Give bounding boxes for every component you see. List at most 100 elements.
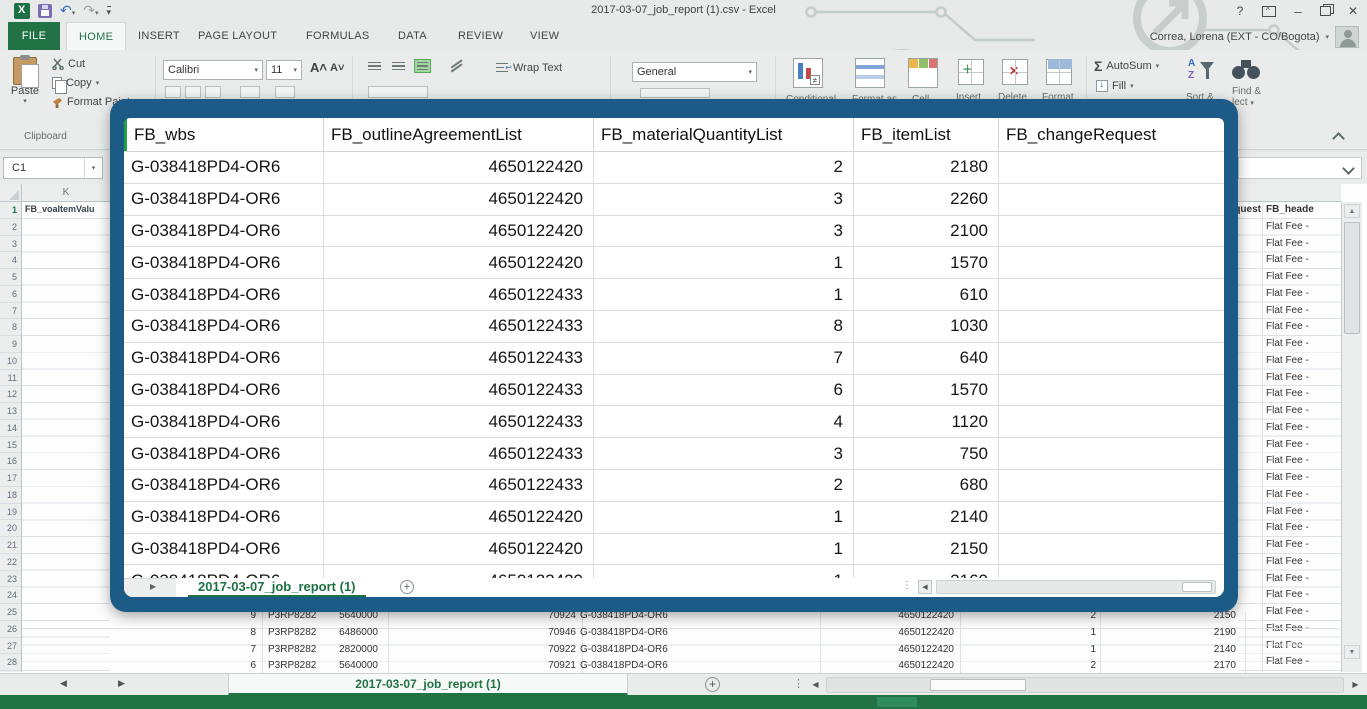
- cell[interactable]: Flat Fee -: [1266, 219, 1338, 236]
- cell[interactable]: 610: [854, 279, 999, 310]
- row-header[interactable]: 27: [0, 638, 21, 655]
- row-header[interactable]: 10: [0, 353, 21, 370]
- underline-button[interactable]: [205, 86, 221, 98]
- tab-insert[interactable]: INSERT: [126, 22, 192, 50]
- cell[interactable]: 6: [112, 658, 256, 674]
- cell[interactable]: Flat Fee -: [1266, 353, 1338, 370]
- cell[interactable]: 2150: [854, 534, 999, 565]
- cell[interactable]: G-038418PD4-OR6: [124, 343, 324, 374]
- insert-cells-icon[interactable]: ＋: [958, 59, 984, 85]
- header-cell-fb-outline-agreement-list[interactable]: FB_outlineAgreementList: [324, 118, 594, 151]
- horizontal-scrollbar-thumb[interactable]: [1182, 582, 1212, 592]
- cell[interactable]: 2190: [1172, 625, 1236, 641]
- cell[interactable]: 7: [594, 343, 854, 374]
- format-cells-icon[interactable]: [1046, 59, 1072, 85]
- cell[interactable]: G-038418PD4-OR6: [124, 470, 324, 501]
- cell-styles-icon[interactable]: [908, 58, 938, 88]
- cell[interactable]: 1: [594, 534, 854, 565]
- fill-button[interactable]: Fill ▾: [1096, 80, 1134, 92]
- cell[interactable]: Flat Fee -: [1266, 336, 1338, 353]
- cut-button[interactable]: Cut: [52, 58, 85, 70]
- cell[interactable]: 2140: [1172, 642, 1236, 658]
- cell[interactable]: Flat Fee -: [1266, 537, 1338, 554]
- horizontal-scrollbar[interactable]: [826, 677, 1344, 693]
- row-header[interactable]: 8: [0, 319, 21, 336]
- hscroll-right-icon[interactable]: ▶: [1348, 677, 1363, 692]
- cell[interactable]: Flat Fee -: [1266, 520, 1338, 537]
- cell[interactable]: G-038418PD4-OR6: [124, 184, 324, 215]
- row-header[interactable]: 1: [0, 202, 21, 219]
- splitter-dots-icon[interactable]: ⋮: [793, 677, 804, 690]
- font-size-select[interactable]: 11 ▾: [266, 60, 302, 80]
- collapse-ribbon-chevron[interactable]: [1332, 132, 1345, 145]
- name-box[interactable]: C1 ▾: [3, 157, 103, 179]
- cell[interactable]: Flat Fee -: [1266, 370, 1338, 387]
- help-icon[interactable]: ?: [1232, 4, 1248, 18]
- row-header[interactable]: 13: [0, 403, 21, 420]
- cell[interactable]: 2260: [854, 184, 999, 215]
- header-cell-fb-material-quantity-list[interactable]: FB_materialQuantityList: [594, 118, 854, 151]
- cell[interactable]: 4650122420: [324, 152, 594, 183]
- cell[interactable]: 4650122433: [324, 343, 594, 374]
- cell[interactable]: 2: [1042, 658, 1096, 674]
- cell[interactable]: 4650122433: [324, 438, 594, 469]
- cell[interactable]: [999, 216, 1224, 247]
- cell[interactable]: G-038418PD4-OR6: [580, 658, 668, 674]
- prev-sheet-icon[interactable]: ◀: [60, 678, 67, 689]
- cell[interactable]: 1570: [854, 247, 999, 278]
- horizontal-scrollbar[interactable]: [936, 580, 1216, 594]
- formula-bar-remnant[interactable]: [1238, 157, 1362, 179]
- add-sheet-icon[interactable]: +: [400, 580, 414, 594]
- cell[interactable]: G-038418PD4-OR6: [124, 216, 324, 247]
- orientation-icon[interactable]: [448, 59, 465, 73]
- cell[interactable]: Flat Fee -: [1266, 386, 1338, 403]
- cell[interactable]: 7: [112, 642, 256, 658]
- scroll-up-icon[interactable]: ▲: [1344, 204, 1360, 218]
- next-sheet-icon[interactable]: ▶: [118, 678, 125, 689]
- cell[interactable]: 2820000: [302, 642, 378, 658]
- number-buttons-row[interactable]: [640, 88, 710, 98]
- undo-button[interactable]: ↶▾: [60, 2, 75, 20]
- customize-qat-icon[interactable]: ▾: [107, 6, 112, 16]
- row-header[interactable]: 26: [0, 621, 21, 638]
- borders-button[interactable]: [240, 86, 260, 98]
- align-top-icon[interactable]: [366, 59, 383, 73]
- cell[interactable]: 70922: [472, 642, 576, 658]
- autosum-button[interactable]: Σ AutoSum ▾: [1094, 58, 1159, 74]
- row-header[interactable]: 4: [0, 252, 21, 269]
- cell[interactable]: 4650122420: [324, 534, 594, 565]
- cell[interactable]: 3: [594, 216, 854, 247]
- row-header[interactable]: 24: [0, 587, 21, 604]
- cell[interactable]: 4650122420: [324, 247, 594, 278]
- cell[interactable]: 1: [1042, 625, 1096, 641]
- tab-formulas[interactable]: FORMULAS: [294, 22, 382, 50]
- cell[interactable]: [999, 279, 1224, 310]
- align-middle-icon[interactable]: [390, 59, 407, 73]
- cell[interactable]: 70921: [472, 658, 576, 674]
- align-left-row[interactable]: [368, 86, 428, 98]
- cell[interactable]: 1: [594, 247, 854, 278]
- row-header[interactable]: 9: [0, 336, 21, 353]
- cell[interactable]: G-038418PD4-OR6: [124, 502, 324, 533]
- cell[interactable]: 2140: [854, 502, 999, 533]
- row-header[interactable]: 22: [0, 554, 21, 571]
- cell[interactable]: Flat Fee -: [1266, 303, 1338, 320]
- grow-font-button[interactable]: A˄: [310, 60, 327, 75]
- cell[interactable]: Flat Fee -: [1266, 554, 1338, 571]
- cell[interactable]: 1570: [854, 375, 999, 406]
- wrap-text-button[interactable]: Wrap Text: [496, 62, 562, 74]
- cell[interactable]: Flat Fee -: [1266, 487, 1338, 504]
- save-icon[interactable]: [38, 4, 52, 18]
- cell[interactable]: [999, 247, 1224, 278]
- cell[interactable]: Flat Fee -: [1266, 286, 1338, 303]
- hscroll-left-icon[interactable]: ◀: [808, 677, 823, 692]
- cell[interactable]: 4650122433: [324, 406, 594, 437]
- cell[interactable]: G-038418PD4-OR6: [124, 279, 324, 310]
- cell[interactable]: G-038418PD4-OR6: [124, 438, 324, 469]
- row-header[interactable]: 6: [0, 286, 21, 303]
- cell[interactable]: 4650122433: [324, 311, 594, 342]
- cell[interactable]: 4650122433: [324, 375, 594, 406]
- cell[interactable]: 4650122420: [852, 642, 954, 658]
- cell[interactable]: 4: [594, 406, 854, 437]
- cell[interactable]: 6: [594, 375, 854, 406]
